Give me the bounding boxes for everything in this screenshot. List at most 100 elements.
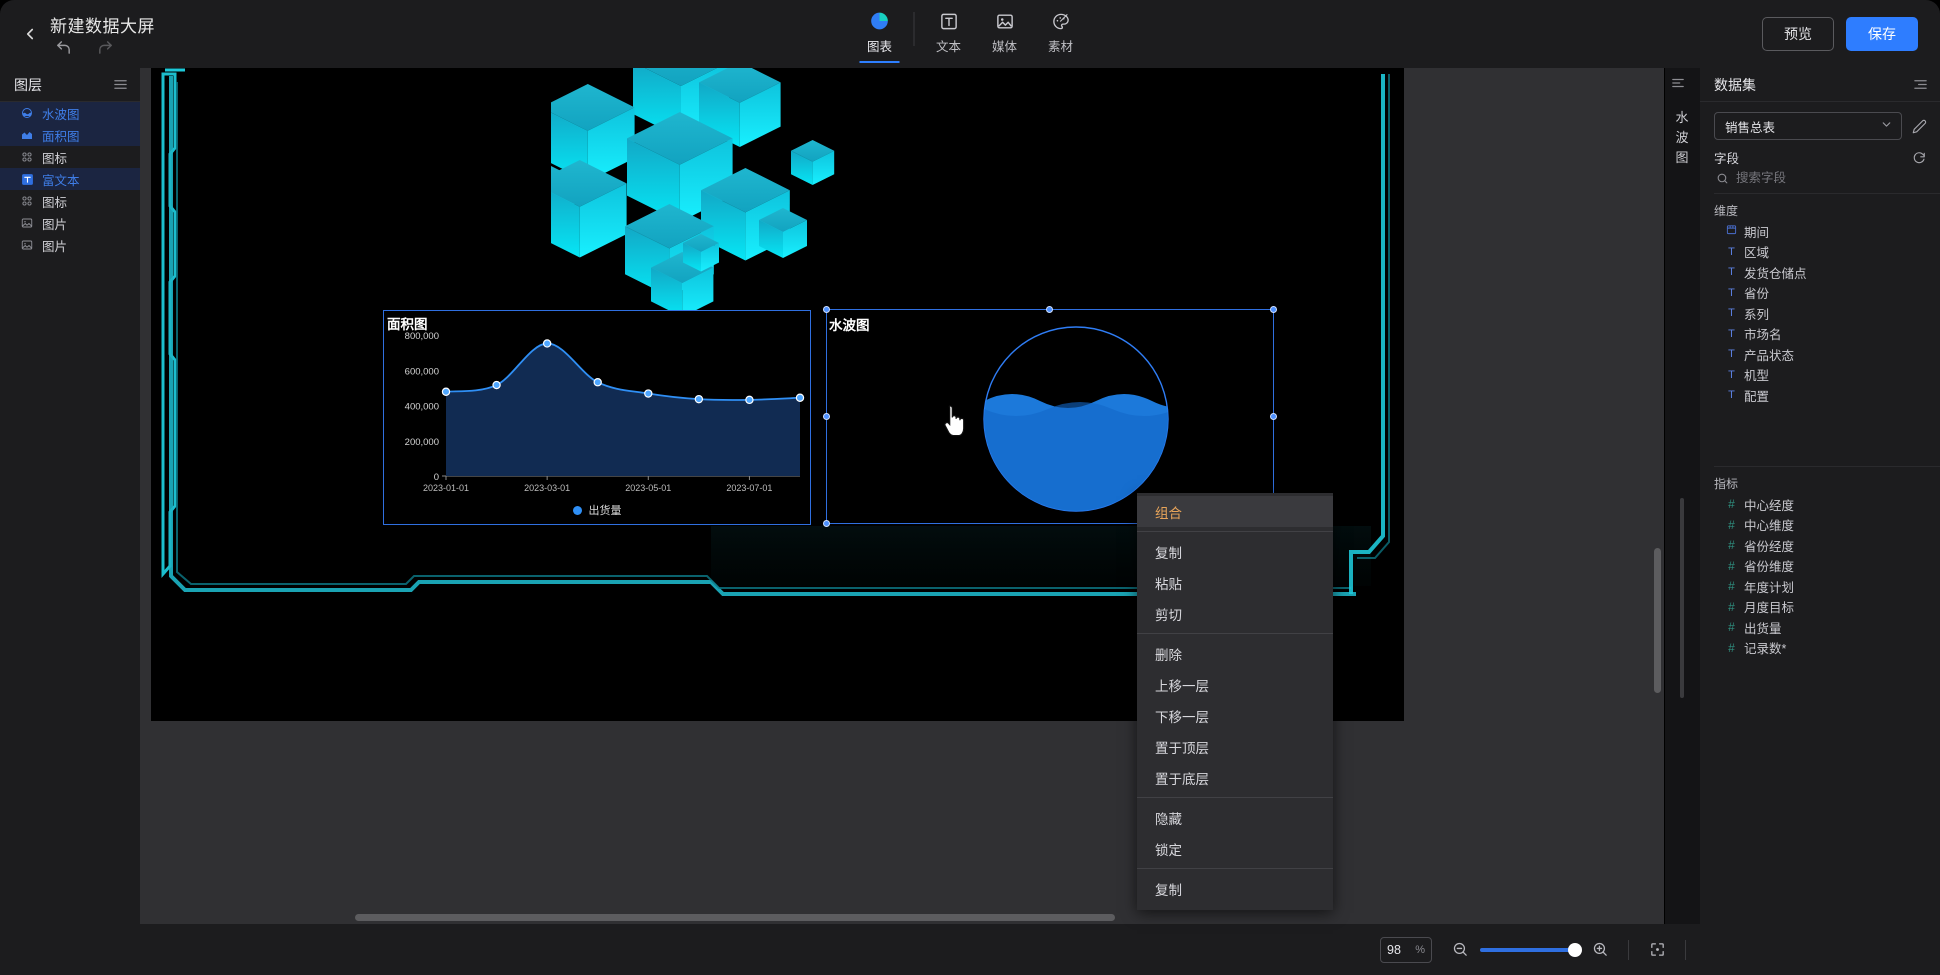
dimension-field-2[interactable]: T 发货仓储点 xyxy=(1700,262,1940,283)
water-wave-widget[interactable]: 水波图 xyxy=(823,306,1277,527)
layer-item-4[interactable]: 图标 xyxy=(0,190,140,212)
text-field-icon: T xyxy=(1728,348,1735,361)
search-input[interactable] xyxy=(1736,171,1906,185)
resize-handle-nw[interactable] xyxy=(823,306,830,313)
metric-field-5[interactable]: # 月度目标 xyxy=(1700,597,1940,618)
dimension-field-label: 系列 xyxy=(1744,307,1770,322)
svg-text:2023-07-01: 2023-07-01 xyxy=(726,483,772,493)
dimension-field-8[interactable]: T 配置 xyxy=(1700,385,1940,406)
svg-text:2023-03-01: 2023-03-01 xyxy=(524,483,570,493)
collapse-panel-icon[interactable] xyxy=(113,77,128,92)
svg-text:400,000: 400,000 xyxy=(405,402,439,413)
undo-button[interactable] xyxy=(52,36,74,58)
zoom-input[interactable]: 98 % xyxy=(1380,936,1432,963)
metric-field-0[interactable]: # 中心经度 xyxy=(1700,494,1940,515)
dimension-field-7[interactable]: T 机型 xyxy=(1700,365,1940,386)
context-menu-item-3-0[interactable]: 隐藏 xyxy=(1137,802,1333,833)
text-field-icon: T xyxy=(1728,266,1735,279)
context-menu-item-0-0[interactable]: 组合 xyxy=(1137,496,1333,527)
metric-field-7[interactable]: # 记录数* xyxy=(1700,638,1940,659)
context-menu-item-1-1[interactable]: 粘贴 xyxy=(1137,567,1333,598)
back-button[interactable] xyxy=(18,22,42,46)
chevron-left-icon xyxy=(26,28,34,40)
context-menu-item-2-3[interactable]: 置于顶层 xyxy=(1137,731,1333,762)
tool-chart[interactable]: 图表 xyxy=(852,10,908,63)
dimension-field-1[interactable]: T 区域 xyxy=(1700,242,1940,263)
resize-handle-e[interactable] xyxy=(1270,412,1277,420)
metric-field-3[interactable]: # 省份维度 xyxy=(1700,556,1940,577)
canvas-viewport[interactable]: 面积图 0 200,000 400,000 600,000 800,000 2023-01… xyxy=(140,68,1664,924)
context-menu-item-2-4[interactable]: 置于底层 xyxy=(1137,762,1333,793)
rail-selected-widget-label[interactable]: 水波图 xyxy=(1665,108,1700,168)
metric-field-icon: # xyxy=(1728,620,1735,635)
tool-material[interactable]: 素材 xyxy=(1033,10,1089,59)
tool-media[interactable]: 媒体 xyxy=(977,10,1033,59)
tool-text[interactable]: 文本 xyxy=(921,10,977,59)
metrics-list: # 中心经度 # 中心维度 # 省份经度 # 省份维度 # 年度计划 # 月度目标 # 出货量 # 记录数* xyxy=(1700,494,1940,658)
dimension-field-5[interactable]: T 市场名 xyxy=(1700,324,1940,345)
context-menu-item-2-0[interactable]: 删除 xyxy=(1137,638,1333,669)
context-menu[interactable]: 组合 复制 粘贴 剪切 删除 上移一层 下移一层 置于顶层 置于底层 隐藏 锁定 复制 xyxy=(1137,493,1333,910)
canvas-horizontal-scrollbar[interactable] xyxy=(355,914,1115,921)
layer-item-label: 图标 xyxy=(42,151,68,166)
preview-button[interactable]: 预览 xyxy=(1762,17,1834,51)
legend-marker-icon xyxy=(572,505,582,515)
dataset-select[interactable]: 销售总表 xyxy=(1714,112,1902,140)
resize-handle-ne[interactable] xyxy=(1270,306,1277,313)
selection-outline xyxy=(823,306,1277,527)
metric-field-label: 中心维度 xyxy=(1744,519,1795,534)
metric-field-4[interactable]: # 年度计划 xyxy=(1700,576,1940,597)
expand-panel-icon[interactable] xyxy=(1913,77,1928,92)
dimension-field-6[interactable]: T 产品状态 xyxy=(1700,344,1940,365)
context-menu-item-3-1[interactable]: 锁定 xyxy=(1137,833,1333,864)
context-menu-item-1-2[interactable]: 剪切 xyxy=(1137,598,1333,629)
dimension-field-0[interactable]: 期间 xyxy=(1700,221,1940,242)
fit-to-screen-button[interactable] xyxy=(1647,940,1667,960)
svg-text:2023-01-01: 2023-01-01 xyxy=(423,483,469,493)
layer-item-2[interactable]: 图标 xyxy=(0,146,140,168)
zoom-out-button[interactable] xyxy=(1450,940,1470,960)
resize-handle-sw[interactable] xyxy=(823,520,830,527)
refresh-icon xyxy=(1913,151,1925,163)
refresh-fields-button[interactable] xyxy=(1910,149,1928,167)
dataset-title: 数据集 xyxy=(1714,76,1756,93)
redo-button[interactable] xyxy=(94,36,116,58)
context-menu-item-2-2[interactable]: 下移一层 xyxy=(1137,700,1333,731)
metric-field-icon: # xyxy=(1728,640,1735,655)
metric-field-label: 月度目标 xyxy=(1744,601,1795,616)
zoom-in-button[interactable] xyxy=(1590,940,1610,960)
metric-field-6[interactable]: # 出货量 xyxy=(1700,617,1940,638)
context-menu-item-4-0[interactable]: 复制 xyxy=(1137,873,1333,904)
layer-item-6[interactable]: 图片 xyxy=(0,234,140,256)
dimension-field-label: 机型 xyxy=(1744,369,1770,384)
resize-handle-n[interactable] xyxy=(1046,306,1053,313)
text-box-icon xyxy=(939,10,958,32)
zoom-in-icon xyxy=(1593,942,1607,956)
canvas-vertical-scrollbar[interactable] xyxy=(1654,548,1661,693)
field-search[interactable] xyxy=(1700,169,1940,193)
edit-dataset-button[interactable] xyxy=(1910,117,1928,135)
metric-field-2[interactable]: # 省份经度 xyxy=(1700,535,1940,556)
dimension-field-4[interactable]: T 系列 xyxy=(1700,303,1940,324)
context-menu-item-1-0[interactable]: 复制 xyxy=(1137,536,1333,567)
context-menu-divider xyxy=(1137,531,1333,532)
area-chart-legend[interactable]: 出货量 xyxy=(384,502,810,518)
legend-label: 出货量 xyxy=(588,505,622,517)
zoom-slider[interactable] xyxy=(1480,942,1582,957)
rail-scrollbar[interactable] xyxy=(1680,498,1684,698)
area-chart-widget[interactable]: 面积图 0 200,000 400,000 600,000 800,000 2023-01… xyxy=(383,310,811,525)
layer-item-1[interactable]: 面积图 xyxy=(0,124,140,146)
svg-text:600,000: 600,000 xyxy=(405,366,439,377)
zoom-slider-knob[interactable] xyxy=(1568,942,1582,957)
resize-handle-w[interactable] xyxy=(823,412,830,420)
layer-item-0[interactable]: 水波图 xyxy=(0,102,140,124)
dimensions-label: 维度 xyxy=(1714,204,1739,218)
dimension-field-3[interactable]: T 省份 xyxy=(1700,283,1940,304)
layer-item-5[interactable]: 图片 xyxy=(0,212,140,234)
metric-field-1[interactable]: # 中心维度 xyxy=(1700,515,1940,536)
context-menu-item-2-1[interactable]: 上移一层 xyxy=(1137,669,1333,700)
save-button[interactable]: 保存 xyxy=(1846,17,1918,51)
collapse-panel-icon[interactable] xyxy=(1671,76,1685,90)
redo-icon xyxy=(98,40,112,54)
layer-item-3[interactable]: 富文本 xyxy=(0,168,140,190)
